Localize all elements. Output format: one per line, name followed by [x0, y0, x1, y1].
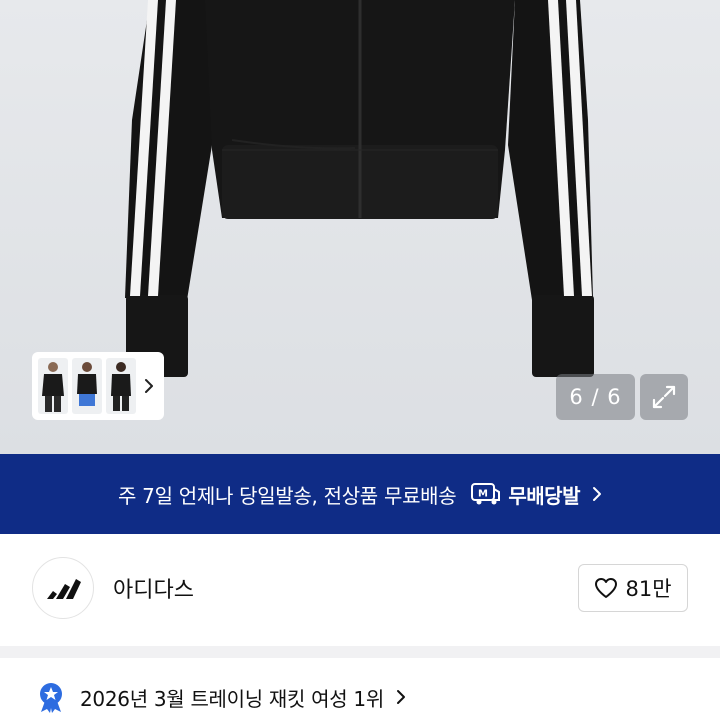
thumbnail-front[interactable]: [38, 358, 68, 414]
product-image-gallery[interactable]: 6 / 6: [0, 0, 720, 454]
like-button[interactable]: 81만: [578, 564, 688, 612]
ranking-link[interactable]: 2026년 3월 트레이닝 재킷 여성 1위: [36, 677, 406, 717]
expand-icon: [652, 385, 676, 409]
brand-name[interactable]: 아디다스: [113, 572, 194, 604]
thumbnail-model[interactable]: [72, 358, 102, 414]
award-badge-icon: [40, 683, 62, 713]
svg-text:M: M: [478, 489, 488, 500]
ranking-text: 2026년 3월 트레이닝 재킷 여성 1위: [80, 686, 384, 711]
like-count: 81만: [625, 577, 672, 601]
thumbnail-strip[interactable]: [32, 352, 164, 420]
image-counter: 6 / 6: [556, 374, 635, 420]
expand-button[interactable]: [640, 374, 688, 420]
banner-brand: 무배당발: [508, 483, 580, 508]
chevron-right-icon[interactable]: [142, 376, 156, 396]
chevron-right-icon: [396, 689, 406, 705]
brand-row: 아디다스 81만: [0, 534, 720, 646]
banner-text: 주 7일 언제나 당일발송, 전상품 무료배송: [118, 483, 457, 508]
free-shipping-banner[interactable]: 주 7일 언제나 당일발송, 전상품 무료배송 M 무배당발: [0, 454, 720, 534]
thumbnail-back[interactable]: [106, 358, 136, 414]
delivery-truck-icon: M 무배당발: [470, 480, 580, 509]
adidas-logo[interactable]: [32, 557, 94, 619]
section-divider: [0, 646, 720, 658]
chevron-right-icon: [592, 486, 602, 502]
heart-icon: [595, 578, 618, 598]
